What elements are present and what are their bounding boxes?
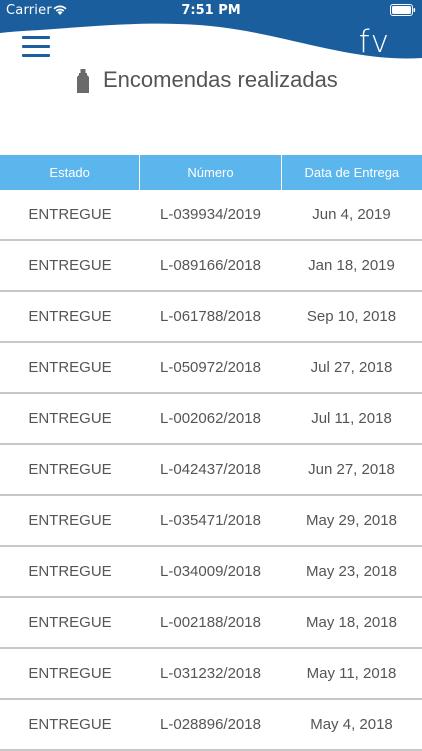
cell-numero: L-061788/2018 — [160, 308, 261, 325]
cell-numero: L-002062/2018 — [160, 410, 261, 427]
cell-numero: L-028896/2018 — [160, 716, 261, 733]
cell-numero: L-002188/2018 — [160, 614, 261, 631]
cell-numero: L-031232/2018 — [160, 665, 261, 682]
cell-estado: ENTREGUE — [28, 410, 112, 427]
table-row[interactable]: ENTREGUE L-061788/2018 Sep 10, 2018 — [0, 292, 422, 343]
table-row[interactable]: ENTREGUE L-039934/2019 Jun 4, 2019 — [0, 190, 422, 241]
cell-data-entrega: Jul 27, 2018 — [310, 359, 393, 376]
table-row[interactable]: ENTREGUE L-089166/2018 Jan 18, 2019 — [0, 241, 422, 292]
cell-data-entrega: May 4, 2018 — [310, 716, 393, 733]
cell-data-entrega: May 23, 2018 — [306, 563, 397, 580]
table-row[interactable]: ENTREGUE L-028896/2018 May 4, 2018 — [0, 700, 422, 751]
cell-numero: L-039934/2019 — [160, 206, 261, 223]
cell-data-entrega: Jan 18, 2019 — [308, 257, 395, 274]
cell-data-entrega: Jun 27, 2018 — [308, 461, 395, 478]
column-header-data-entrega[interactable]: Data de Entrega — [282, 155, 422, 190]
cell-numero: L-050972/2018 — [160, 359, 261, 376]
column-header-estado[interactable]: Estado — [0, 155, 141, 190]
cell-estado: ENTREGUE — [28, 257, 112, 274]
cell-estado: ENTREGUE — [28, 206, 112, 223]
cell-data-entrega: May 11, 2018 — [306, 665, 397, 682]
orders-table: Estado Número Data de Entrega ENTREGUE L… — [0, 155, 422, 751]
cell-estado: ENTREGUE — [28, 665, 112, 682]
cell-numero: L-042437/2018 — [160, 461, 261, 478]
cell-numero: L-035471/2018 — [160, 512, 261, 529]
table-row[interactable]: ENTREGUE L-034009/2018 May 23, 2018 — [0, 547, 422, 598]
page-title: Encomendas realizadas — [103, 67, 338, 92]
cell-data-entrega: Jun 4, 2019 — [312, 206, 391, 223]
cell-estado: ENTREGUE — [28, 614, 112, 631]
cell-data-entrega: Jul 11, 2018 — [311, 410, 392, 427]
app-header: Carrier 7:51 PM fv — [0, 0, 422, 62]
cell-numero: L-089166/2018 — [160, 257, 261, 274]
cell-estado: ENTREGUE — [28, 461, 112, 478]
cell-estado: ENTREGUE — [28, 716, 112, 733]
cell-data-entrega: Sep 10, 2018 — [306, 308, 397, 325]
cell-estado: ENTREGUE — [28, 359, 112, 376]
cell-estado: ENTREGUE — [28, 563, 112, 580]
table-row[interactable]: ENTREGUE L-035471/2018 May 29, 2018 — [0, 496, 422, 547]
cell-numero: L-034009/2018 — [160, 563, 261, 580]
status-bar: Carrier 7:51 PM — [0, 0, 422, 22]
hamburger-menu-icon[interactable] — [22, 36, 50, 58]
app-logo: fv — [358, 24, 390, 60]
battery-icon — [390, 4, 416, 16]
table-row[interactable]: ENTREGUE L-031232/2018 May 11, 2018 — [0, 649, 422, 700]
status-time: 7:51 PM — [181, 3, 241, 18]
table-row[interactable]: ENTREGUE L-042437/2018 Jun 27, 2018 — [0, 445, 422, 496]
bottle-icon — [77, 69, 89, 93]
table-header: Estado Número Data de Entrega — [0, 155, 422, 190]
cell-estado: ENTREGUE — [28, 512, 112, 529]
table-row[interactable]: ENTREGUE L-050972/2018 Jul 27, 2018 — [0, 343, 422, 394]
cell-estado: ENTREGUE — [28, 308, 112, 325]
table-row[interactable]: ENTREGUE L-002188/2018 May 18, 2018 — [0, 598, 422, 649]
column-header-numero[interactable]: Número — [140, 155, 282, 190]
cell-data-entrega: May 29, 2018 — [306, 512, 397, 529]
cell-data-entrega: May 18, 2018 — [306, 614, 397, 631]
table-row[interactable]: ENTREGUE L-002062/2018 Jul 11, 2018 — [0, 394, 422, 445]
page-title-row: Encomendas realizadas — [0, 67, 422, 97]
